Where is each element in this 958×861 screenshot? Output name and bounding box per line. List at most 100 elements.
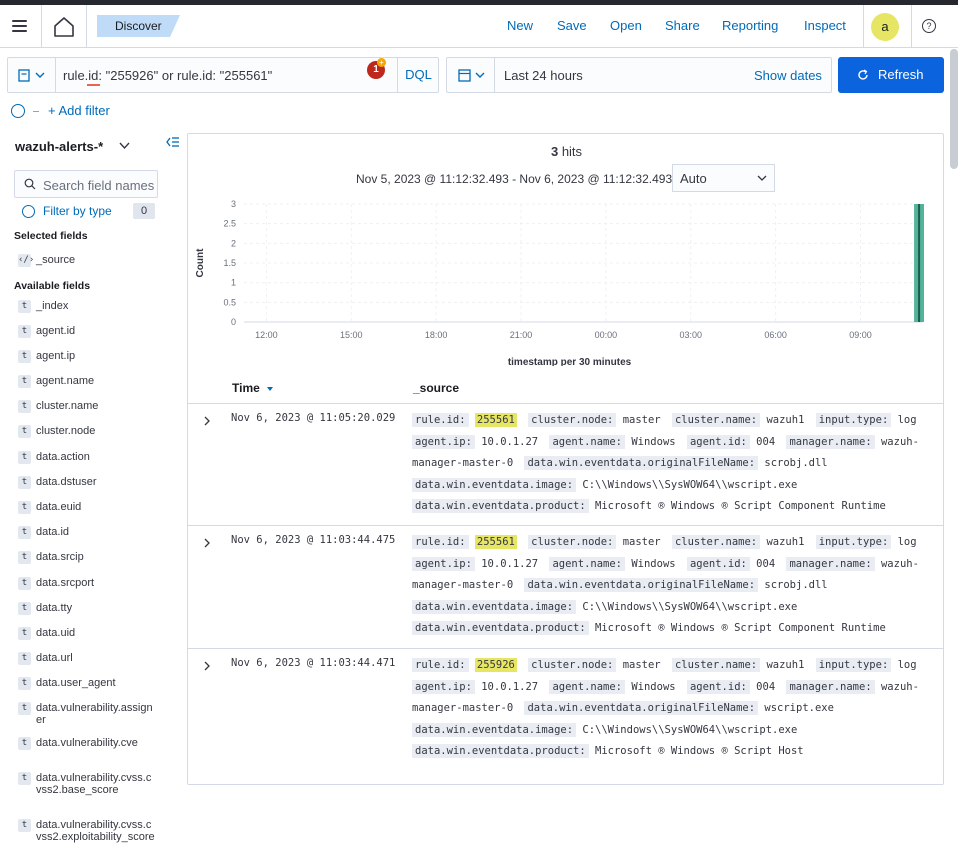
add-filter-button[interactable]: + Add filter	[48, 103, 110, 118]
field-name: data.vulnerability.cve	[36, 737, 138, 749]
string-field-icon: t	[18, 819, 31, 832]
source-field-key: agent.name:	[549, 556, 626, 571]
field-search-input[interactable]	[43, 176, 155, 194]
saved-query-icon	[18, 69, 45, 82]
field-name: data.srcip	[36, 551, 84, 563]
field-name: _source	[36, 254, 76, 266]
index-pattern-selector[interactable]: wazuh-alerts-*	[15, 139, 130, 154]
y-tick-label: 1.5	[223, 258, 236, 268]
menu-icon[interactable]	[10, 17, 30, 35]
field-name: data.vulnerability.assigner	[36, 702, 153, 726]
time-column-label: Time	[232, 381, 260, 395]
field-name: agent.name	[36, 375, 95, 387]
avatar[interactable]: a	[871, 13, 899, 41]
highlighted-field-value: 255561	[474, 535, 517, 549]
time-column-header[interactable]: Time	[232, 381, 274, 395]
expand-row-icon[interactable]	[200, 414, 214, 428]
interval-select[interactable]: Auto	[672, 164, 775, 192]
row-source: rule.id: 255561 cluster.node: master clu…	[412, 532, 934, 640]
dql-button[interactable]: DQL	[397, 58, 439, 92]
open-link[interactable]: Open	[610, 18, 642, 33]
query-input[interactable]: rule.id: "255926" or rule.id: "255561"	[63, 68, 272, 83]
source-field-value: C:\\Windows\\SysWOW64\\wscript.exe	[582, 723, 798, 736]
source-field-key: cluster.name:	[671, 413, 761, 427]
field-name: agent.ip	[36, 350, 76, 362]
string-field-icon: t	[18, 451, 31, 464]
hit-count: 3 hits	[188, 144, 943, 159]
expand-row-icon[interactable]	[200, 659, 214, 673]
source-field-key: input.type:	[815, 535, 892, 549]
table-row[interactable]: Nov 6, 2023 @ 11:03:44.475 rule.id: 25556…	[188, 526, 943, 649]
x-tick-label: 12:00	[255, 330, 278, 340]
string-field-icon: t	[18, 476, 31, 489]
source-field-value: Windows	[631, 557, 676, 570]
source-field-value: 004	[756, 680, 776, 693]
y-tick-label: 0.5	[223, 297, 236, 307]
source-field-value: master	[622, 536, 661, 548]
available-fields-title: Available fields	[14, 280, 91, 292]
source-field-value: wazuh1	[766, 659, 805, 671]
x-tick-label: 18:00	[425, 330, 448, 340]
home-icon[interactable]	[52, 15, 76, 39]
source-column-header: _source	[413, 381, 460, 395]
source-field-key: data.win.eventdata.originalFileName:	[524, 578, 759, 593]
help-icon[interactable]: ?	[922, 19, 936, 33]
source-field-key: data.win.eventdata.product:	[412, 744, 589, 759]
field-name: data.user_agent	[36, 677, 116, 689]
expand-row-icon[interactable]	[200, 536, 214, 550]
field-name: data.vulnerability.cvss.cvss2.base_score	[36, 772, 152, 796]
y-tick-label: 2.5	[223, 219, 236, 229]
new-link[interactable]: New	[507, 18, 533, 33]
filter-options-icon[interactable]	[11, 104, 25, 118]
table-row[interactable]: Nov 6, 2023 @ 11:05:20.029 rule.id: 25556…	[188, 404, 943, 526]
source-field-key: data.win.eventdata.product:	[412, 621, 589, 636]
field-name: _index	[36, 300, 69, 312]
x-tick-label: 03:00	[679, 330, 702, 340]
source-field-key: cluster.node:	[528, 535, 617, 549]
source-field-value: C:\\Windows\\SysWOW64\\wscript.exe	[582, 600, 798, 613]
field-search	[14, 170, 158, 198]
x-tick-label: 09:00	[849, 330, 872, 340]
header-divider	[911, 5, 912, 48]
source-field-key: data.win.eventdata.image:	[412, 599, 577, 614]
breadcrumb[interactable]: Discover	[97, 15, 180, 37]
time-range-text: Nov 5, 2023 @ 11:12:32.493 - Nov 6, 2023…	[356, 172, 673, 186]
y-tick-label: 0	[231, 317, 236, 327]
reporting-link[interactable]: Reporting	[722, 18, 778, 33]
string-field-icon: t	[18, 325, 31, 338]
save-link[interactable]: Save	[557, 18, 587, 33]
x-tick-label: 00:00	[595, 330, 618, 340]
refresh-button[interactable]: Refresh	[838, 57, 944, 93]
page-scrollbar[interactable]	[950, 49, 958, 169]
highlighted-field-value: 255561	[474, 413, 517, 427]
inspect-link[interactable]: Inspect	[804, 18, 846, 33]
row-source: rule.id: 255561 cluster.node: master clu…	[412, 410, 934, 518]
string-field-icon: t	[18, 400, 31, 413]
share-link[interactable]: Share	[665, 18, 700, 33]
date-range-label[interactable]: Last 24 hours	[504, 68, 583, 83]
source-field-key: agent.id:	[686, 556, 750, 571]
string-field-icon: t	[18, 737, 31, 750]
collapse-sidebar-icon[interactable]	[166, 136, 180, 148]
filter-by-type-label: Filter by type	[43, 204, 112, 218]
field-name: data.euid	[36, 501, 82, 513]
syntax-warning-underline	[87, 84, 100, 86]
source-field-key: data.win.eventdata.image:	[412, 722, 577, 737]
y-axis-label: Count	[195, 248, 206, 278]
source-field-key: agent.name:	[549, 679, 626, 694]
saved-queries-button[interactable]	[8, 58, 56, 92]
hit-count-label: hits	[561, 144, 583, 159]
field-name: data.id	[36, 526, 70, 538]
quick-menu-button[interactable]	[447, 58, 495, 92]
source-field-value: master	[622, 659, 661, 671]
y-tick-label: 3	[231, 199, 236, 209]
interval-value: Auto	[680, 171, 707, 186]
string-field-icon: t	[18, 772, 31, 785]
highlighted-field-value: 255926	[474, 658, 517, 672]
source-field-value: log	[897, 414, 917, 426]
histogram-chart: 0 0.5 1 1.5 2 2.5 3 12:00 15:00 18:00 21:00 00:00 03…	[195, 199, 924, 366]
table-row[interactable]: Nov 6, 2023 @ 11:03:44.471 rule.id: 25592…	[188, 649, 943, 773]
hit-count-number: 3	[550, 144, 559, 159]
source-field-value: wazuh1	[766, 536, 805, 548]
show-dates-button[interactable]: Show dates	[754, 68, 822, 83]
